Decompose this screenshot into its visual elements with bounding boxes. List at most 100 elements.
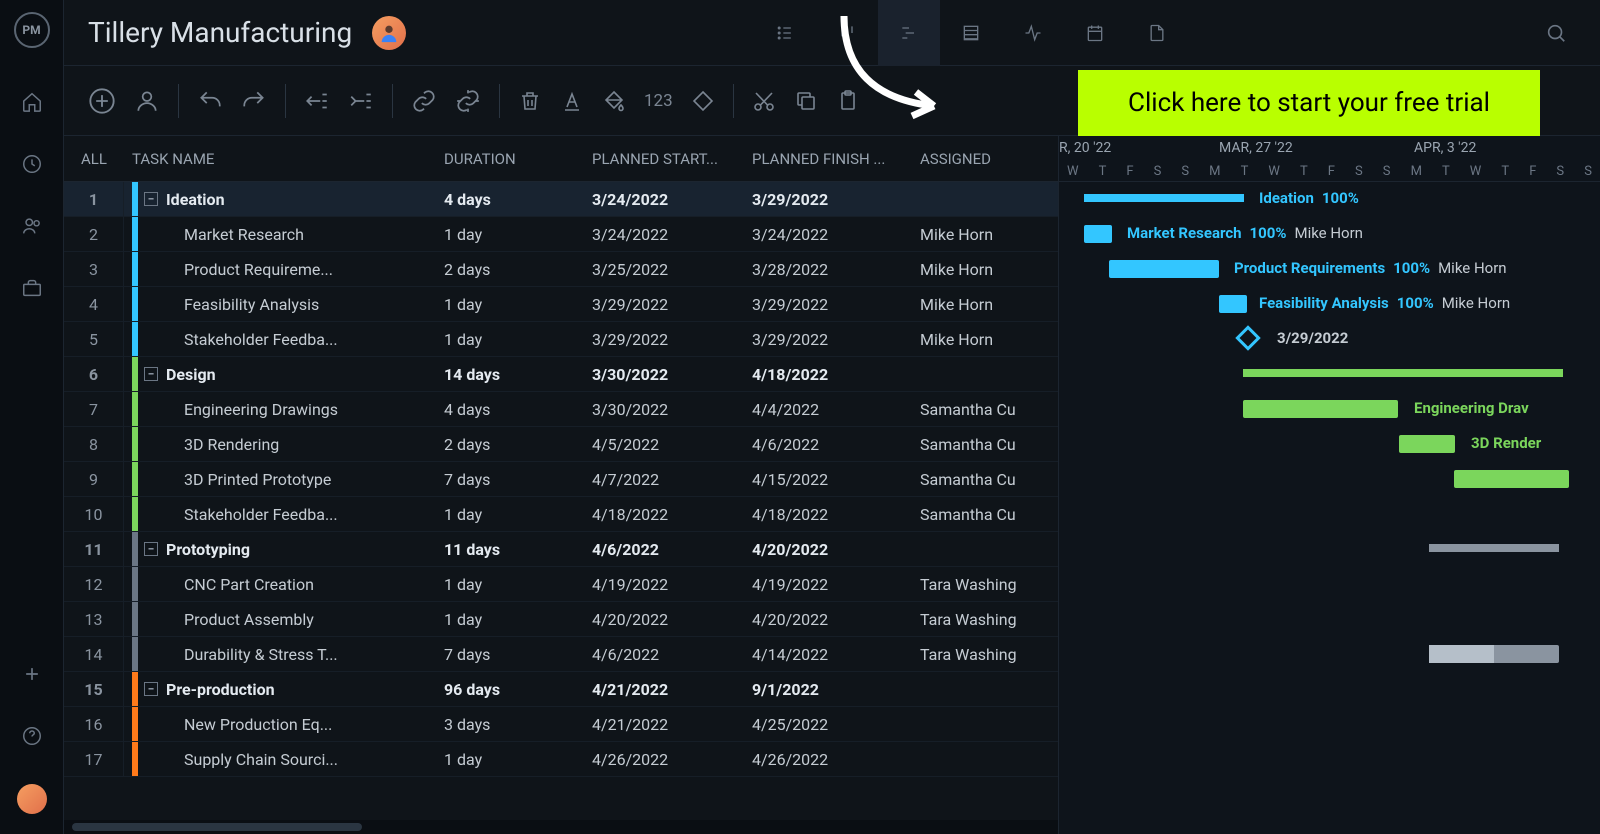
day-label: W	[1067, 164, 1079, 179]
day-label: S	[1383, 164, 1391, 179]
add-task-icon[interactable]	[88, 87, 116, 115]
col-header-name[interactable]: TASK NAME	[124, 150, 444, 168]
task-row[interactable]: 12 CNC Part Creation 1 day 4/19/2022 4/1…	[64, 567, 1058, 602]
summary-bar[interactable]	[1084, 194, 1244, 202]
col-header-duration[interactable]: DURATION	[444, 150, 592, 168]
paste-icon[interactable]	[836, 89, 860, 113]
indent-icon[interactable]	[348, 88, 374, 114]
task-row[interactable]: 7 Engineering Drawings 4 days 3/30/2022 …	[64, 392, 1058, 427]
priority-icon[interactable]	[691, 89, 715, 113]
task-name: Product Requireme...	[144, 260, 333, 279]
task-row[interactable]: 4 Feasibility Analysis 1 day 3/29/2022 3…	[64, 287, 1058, 322]
phase-indicator	[132, 497, 138, 531]
collapse-toggle[interactable]: −	[144, 682, 158, 696]
task-bar[interactable]	[1243, 400, 1398, 418]
row-number: 9	[64, 462, 124, 496]
task-row[interactable]: 10 Stakeholder Feedba... 1 day 4/18/2022…	[64, 497, 1058, 532]
undo-icon[interactable]	[197, 88, 223, 114]
collapse-toggle[interactable]: −	[144, 367, 158, 381]
col-header-all[interactable]: ALL	[64, 150, 124, 168]
view-gantt-icon[interactable]	[878, 0, 940, 66]
task-row[interactable]: 9 3D Printed Prototype 7 days 4/7/2022 4…	[64, 462, 1058, 497]
collapse-toggle[interactable]: −	[144, 192, 158, 206]
summary-bar[interactable]	[1429, 544, 1559, 552]
delete-icon[interactable]	[518, 89, 542, 113]
milestone-marker[interactable]	[1235, 325, 1260, 350]
task-bar[interactable]	[1084, 225, 1112, 243]
pm-logo[interactable]: PM	[14, 12, 50, 48]
task-row[interactable]: 17 Supply Chain Sourci... 1 day 4/26/202…	[64, 742, 1058, 777]
duration-cell: 3 days	[444, 715, 592, 734]
clock-icon[interactable]	[18, 150, 46, 178]
cut-icon[interactable]	[752, 89, 776, 113]
view-sheet-icon[interactable]	[940, 0, 1002, 66]
project-owner-avatar[interactable]	[372, 16, 406, 50]
view-list-icon[interactable]	[754, 0, 816, 66]
help-icon[interactable]	[18, 722, 46, 750]
user-avatar-small[interactable]	[17, 784, 47, 814]
briefcase-icon[interactable]	[18, 274, 46, 302]
row-number: 1	[64, 182, 124, 216]
outdent-icon[interactable]	[304, 88, 330, 114]
duration-cell: 1 day	[444, 505, 592, 524]
task-bar[interactable]	[1109, 260, 1219, 278]
duration-cell: 1 day	[444, 750, 592, 769]
link-icon[interactable]	[411, 88, 437, 114]
duration-cell: 1 day	[444, 575, 592, 594]
duration-cell: 1 day	[444, 610, 592, 629]
view-calendar-icon[interactable]	[1064, 0, 1126, 66]
assign-icon[interactable]	[134, 88, 160, 114]
task-name: 3D Printed Prototype	[144, 470, 331, 489]
col-header-assigned[interactable]: ASSIGNED	[920, 150, 1058, 168]
task-name: Market Research	[144, 225, 304, 244]
task-row[interactable]: 16 New Production Eq... 3 days 4/21/2022…	[64, 707, 1058, 742]
start-cell: 3/29/2022	[592, 295, 752, 314]
team-icon[interactable]	[18, 212, 46, 240]
add-icon[interactable]	[18, 660, 46, 688]
view-file-icon[interactable]	[1126, 0, 1188, 66]
view-board-icon[interactable]	[816, 0, 878, 66]
gantt-chart[interactable]: R, 20 '22MAR, 27 '22APR, 3 '22 WTFSSMTWT…	[1059, 136, 1600, 834]
search-icon[interactable]	[1536, 13, 1576, 53]
cta-free-trial-button[interactable]: Click here to start your free trial	[1078, 70, 1540, 136]
task-bar[interactable]	[1429, 645, 1559, 663]
finish-cell: 3/29/2022	[752, 295, 920, 314]
text-color-icon[interactable]	[560, 89, 584, 113]
task-bar[interactable]	[1219, 295, 1247, 313]
col-header-finish[interactable]: PLANNED FINISH ...	[752, 150, 920, 168]
redo-icon[interactable]	[241, 88, 267, 114]
phase-indicator	[132, 252, 138, 286]
bar-label: Market Research 100% Mike Horn	[1127, 224, 1363, 242]
task-row[interactable]: 3 Product Requireme... 2 days 3/25/2022 …	[64, 252, 1058, 287]
task-row[interactable]: 15 −Pre-production 96 days 4/21/2022 9/1…	[64, 672, 1058, 707]
summary-bar[interactable]	[1243, 369, 1563, 377]
duration-cell: 2 days	[444, 260, 592, 279]
task-row[interactable]: 2 Market Research 1 day 3/24/2022 3/24/2…	[64, 217, 1058, 252]
finish-cell: 4/4/2022	[752, 400, 920, 419]
day-label: F	[1328, 164, 1335, 179]
task-row[interactable]: 13 Product Assembly 1 day 4/20/2022 4/20…	[64, 602, 1058, 637]
task-row[interactable]: 5 Stakeholder Feedba... 1 day 3/29/2022 …	[64, 322, 1058, 357]
task-name: CNC Part Creation	[144, 575, 314, 594]
task-bar[interactable]	[1399, 435, 1455, 453]
left-nav-rail: PM	[0, 0, 64, 834]
task-name: Design	[166, 365, 216, 384]
task-row[interactable]: 14 Durability & Stress T... 7 days 4/6/2…	[64, 637, 1058, 672]
task-row[interactable]: 11 −Prototyping 11 days 4/6/2022 4/20/20…	[64, 532, 1058, 567]
col-header-start[interactable]: PLANNED START...	[592, 150, 752, 168]
horizontal-scrollbar[interactable]	[64, 820, 1058, 834]
task-row[interactable]: 1 −Ideation 4 days 3/24/2022 3/29/2022	[64, 182, 1058, 217]
task-bar[interactable]	[1454, 470, 1569, 488]
unlink-icon[interactable]	[455, 88, 481, 114]
task-row[interactable]: 6 −Design 14 days 3/30/2022 4/18/2022	[64, 357, 1058, 392]
phase-indicator	[132, 567, 138, 601]
collapse-toggle[interactable]: −	[144, 542, 158, 556]
finish-cell: 4/19/2022	[752, 575, 920, 594]
bar-label: 3D Render	[1471, 434, 1541, 452]
task-row[interactable]: 8 3D Rendering 2 days 4/5/2022 4/6/2022 …	[64, 427, 1058, 462]
copy-icon[interactable]	[794, 89, 818, 113]
fill-color-icon[interactable]	[602, 89, 626, 113]
home-icon[interactable]	[18, 88, 46, 116]
phase-indicator	[132, 532, 138, 566]
view-activity-icon[interactable]	[1002, 0, 1064, 66]
